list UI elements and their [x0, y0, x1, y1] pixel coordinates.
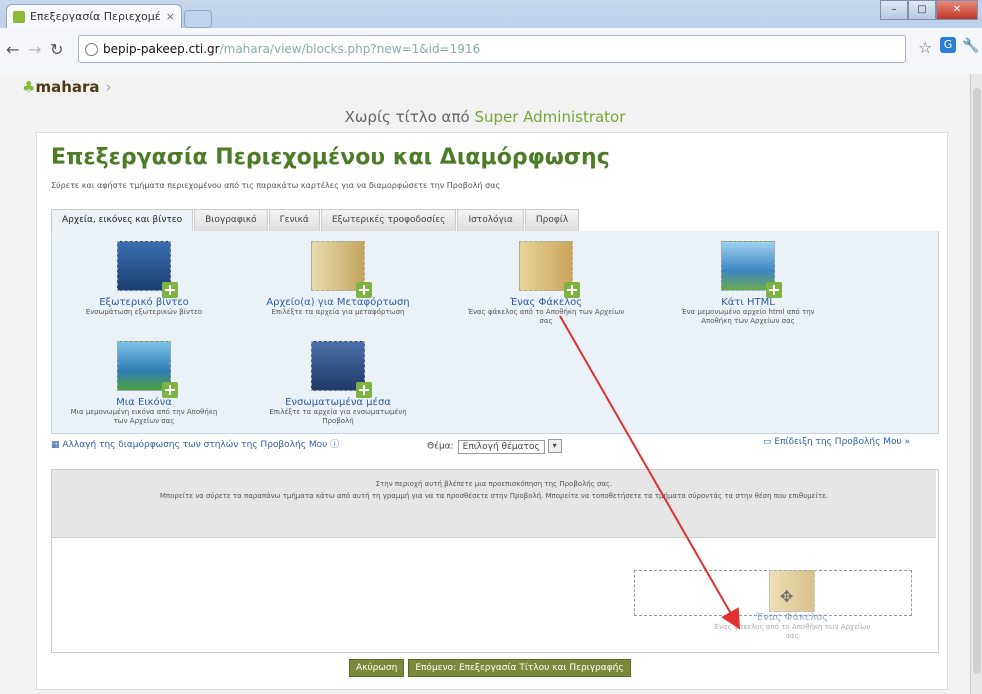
drag-annotation-arrow: [559, 315, 740, 630]
